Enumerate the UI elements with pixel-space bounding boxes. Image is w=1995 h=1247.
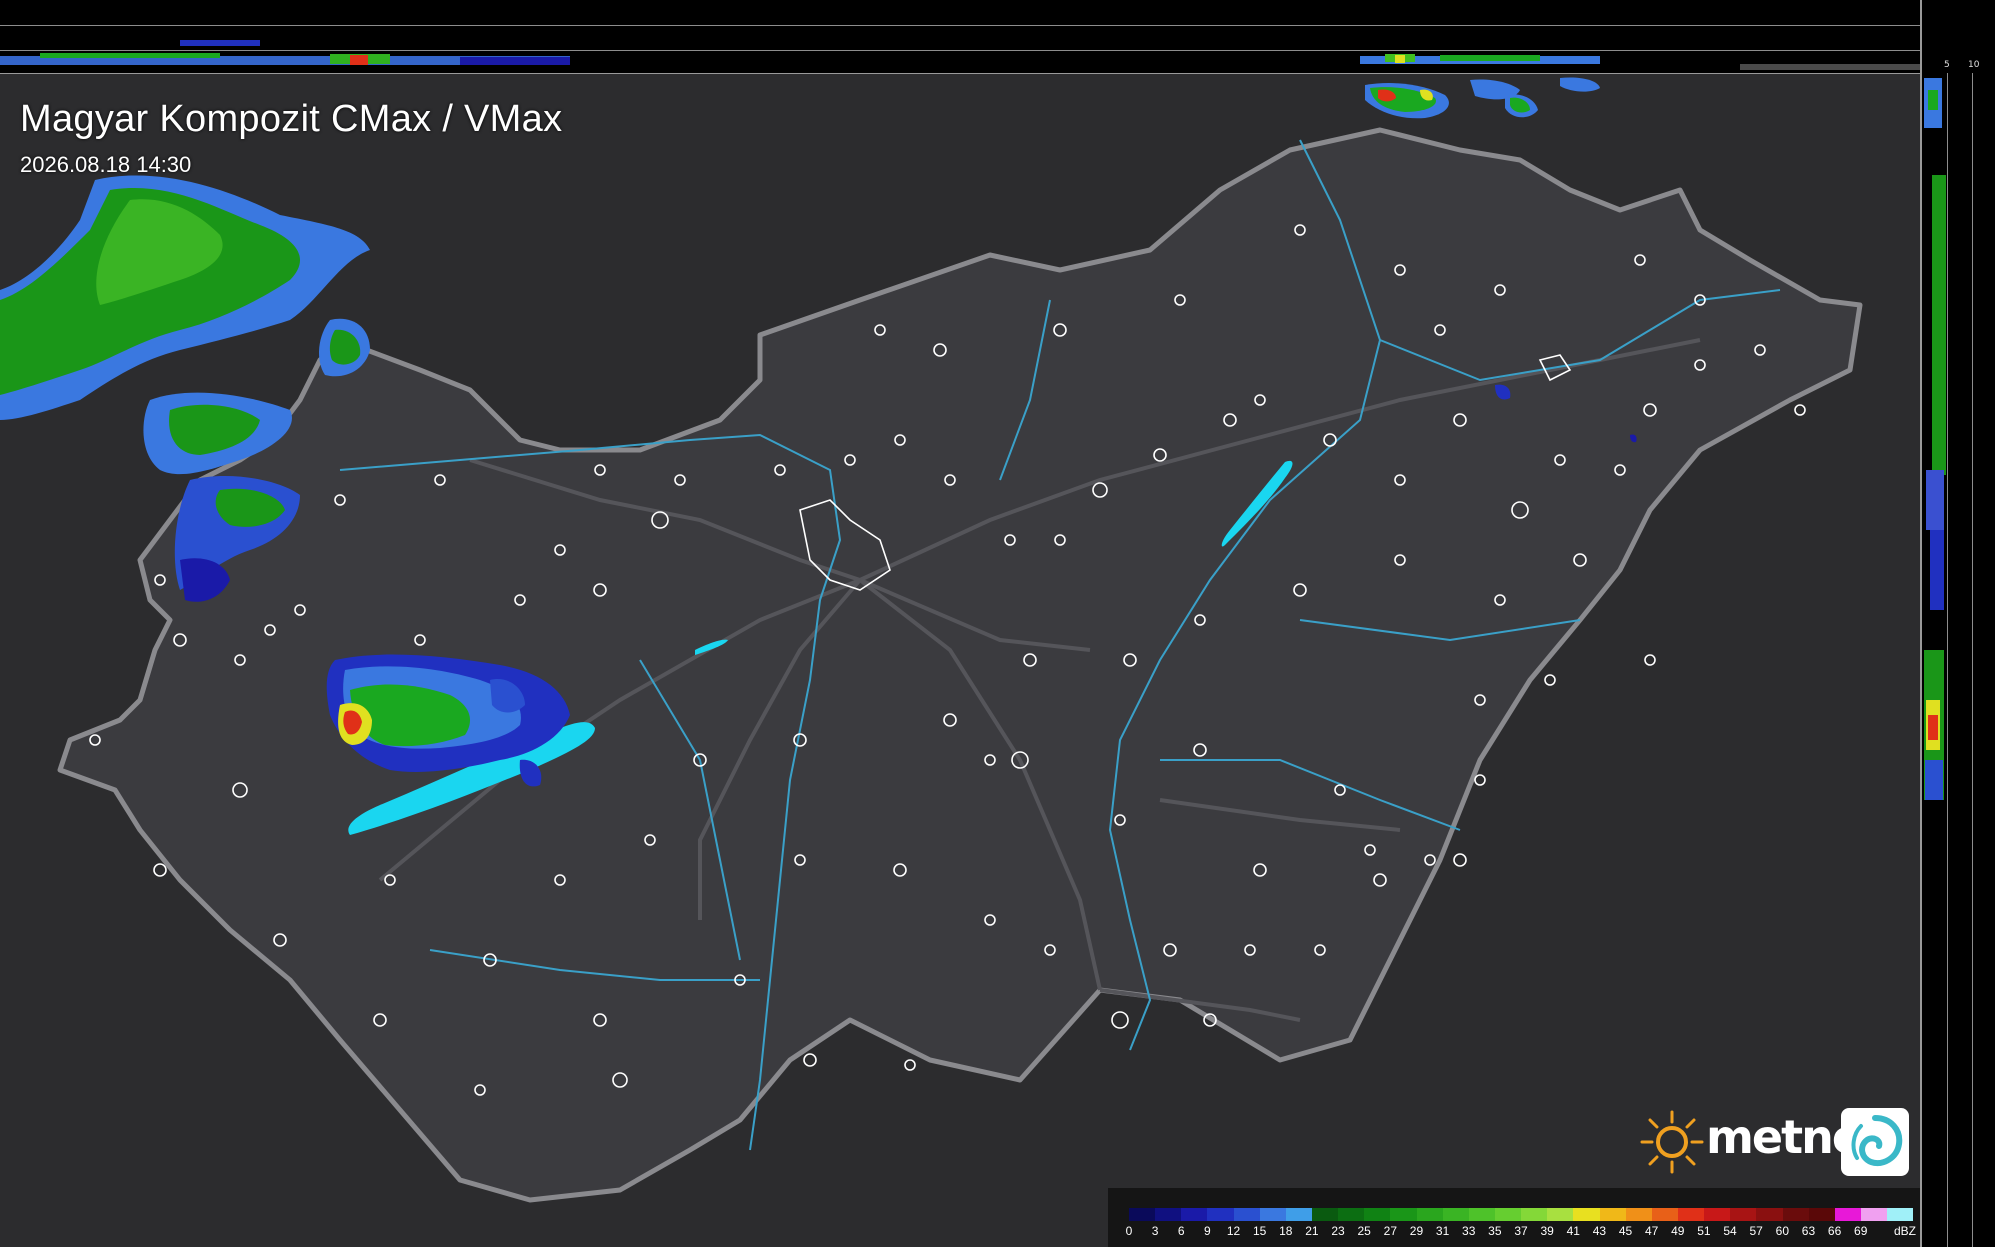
top-strip-echoes bbox=[0, 40, 1920, 70]
scale-label: 69 bbox=[1854, 1224, 1868, 1238]
scale-label: 43 bbox=[1592, 1224, 1607, 1238]
scale-label: 12 bbox=[1226, 1224, 1241, 1238]
scale-swatch bbox=[1782, 1208, 1809, 1221]
scale-label: 9 bbox=[1204, 1224, 1211, 1238]
scale-swatch bbox=[1599, 1208, 1626, 1221]
dbz-color-scale: 0 3 6 9 12 15 18 21 23 25 27 29 31 33 35 37 39 41 43 45 47 49… bbox=[1108, 1188, 1920, 1247]
scale-swatch bbox=[1625, 1208, 1652, 1221]
scale-label: 39 bbox=[1540, 1224, 1554, 1238]
scale-label: 6 bbox=[1177, 1224, 1185, 1238]
scale-label: 63 bbox=[1801, 1224, 1816, 1238]
right-scale-label: 10 bbox=[1968, 60, 1980, 70]
scale-swatch bbox=[1285, 1208, 1312, 1221]
scale-swatch bbox=[1207, 1208, 1234, 1221]
page-title: Magyar Kompozit CMax / VMax bbox=[20, 98, 563, 140]
scale-label: 0 bbox=[1125, 1224, 1133, 1238]
scale-swatch bbox=[1181, 1208, 1208, 1221]
right-strip-echoes bbox=[1924, 78, 1946, 800]
scale-swatch bbox=[1730, 1208, 1757, 1221]
scale-label: 41 bbox=[1566, 1224, 1580, 1238]
scale-swatch bbox=[1364, 1208, 1391, 1221]
scale-label: 18 bbox=[1279, 1224, 1293, 1238]
scale-swatch bbox=[1704, 1208, 1731, 1221]
swirl-icon bbox=[1841, 1108, 1909, 1176]
scale-swatch bbox=[1442, 1208, 1469, 1221]
scale-unit: dBZ bbox=[1893, 1224, 1917, 1238]
scale-label: 25 bbox=[1357, 1224, 1371, 1238]
vmax-top-strip: 10 5 bbox=[0, 0, 1937, 75]
scale-label: 21 bbox=[1305, 1224, 1319, 1238]
scale-label: 29 bbox=[1409, 1224, 1424, 1238]
scale-swatch bbox=[1233, 1208, 1260, 1221]
scale-label: 37 bbox=[1514, 1224, 1528, 1238]
scale-swatch bbox=[1651, 1208, 1678, 1221]
scale-label: 45 bbox=[1618, 1224, 1633, 1238]
scale-label: 60 bbox=[1775, 1224, 1790, 1238]
scale-swatch bbox=[1860, 1208, 1888, 1221]
metnet-logo: metnet bbox=[1636, 1100, 1911, 1180]
scale-label: 54 bbox=[1723, 1224, 1737, 1238]
scale-label: 3 bbox=[1151, 1224, 1159, 1238]
map-canvas bbox=[0, 74, 1920, 1247]
scale-swatch bbox=[1756, 1208, 1783, 1221]
scale-swatch bbox=[1834, 1208, 1861, 1221]
scale-swatch bbox=[1573, 1208, 1600, 1221]
scale-label: 15 bbox=[1252, 1224, 1267, 1238]
vmax-right-strip: 5 10 bbox=[1920, 0, 1995, 1247]
scale-swatch bbox=[1468, 1208, 1495, 1221]
scale-label: 49 bbox=[1671, 1224, 1685, 1238]
scale-swatch bbox=[1155, 1208, 1182, 1221]
scale-swatch bbox=[1547, 1208, 1574, 1221]
scale-swatch bbox=[1521, 1208, 1548, 1221]
right-scale-label: 5 bbox=[1944, 60, 1950, 70]
scale-swatch bbox=[1338, 1208, 1365, 1221]
color-scale-bar bbox=[1129, 1208, 1914, 1221]
scale-label: 47 bbox=[1644, 1224, 1659, 1238]
scale-swatch bbox=[1311, 1208, 1339, 1221]
scale-label: 51 bbox=[1697, 1224, 1711, 1238]
scale-swatch bbox=[1677, 1208, 1705, 1221]
radar-map[interactable] bbox=[0, 74, 1920, 1247]
scale-label: 23 bbox=[1331, 1224, 1345, 1238]
scale-swatch bbox=[1129, 1208, 1156, 1221]
scale-label: 31 bbox=[1435, 1224, 1450, 1238]
scale-label: 66 bbox=[1827, 1224, 1842, 1238]
scale-label: 27 bbox=[1383, 1224, 1398, 1238]
scale-swatch bbox=[1416, 1208, 1443, 1221]
timestamp: 2026.08.18 14:30 bbox=[20, 152, 192, 177]
sun-icon bbox=[1640, 1110, 1704, 1174]
scale-swatch bbox=[1808, 1208, 1835, 1221]
scale-swatch bbox=[1390, 1208, 1417, 1221]
scale-label: 33 bbox=[1462, 1224, 1476, 1238]
color-scale-labels: 0 3 6 9 12 15 18 21 23 25 27 29 31 33 35 37 39 41 43 45 47 49… bbox=[1125, 1224, 1917, 1240]
scale-swatch bbox=[1887, 1208, 1914, 1221]
scale-swatch bbox=[1494, 1208, 1522, 1221]
scale-label: 57 bbox=[1749, 1224, 1763, 1238]
scale-label: 35 bbox=[1488, 1224, 1502, 1238]
scale-swatch bbox=[1259, 1208, 1286, 1221]
